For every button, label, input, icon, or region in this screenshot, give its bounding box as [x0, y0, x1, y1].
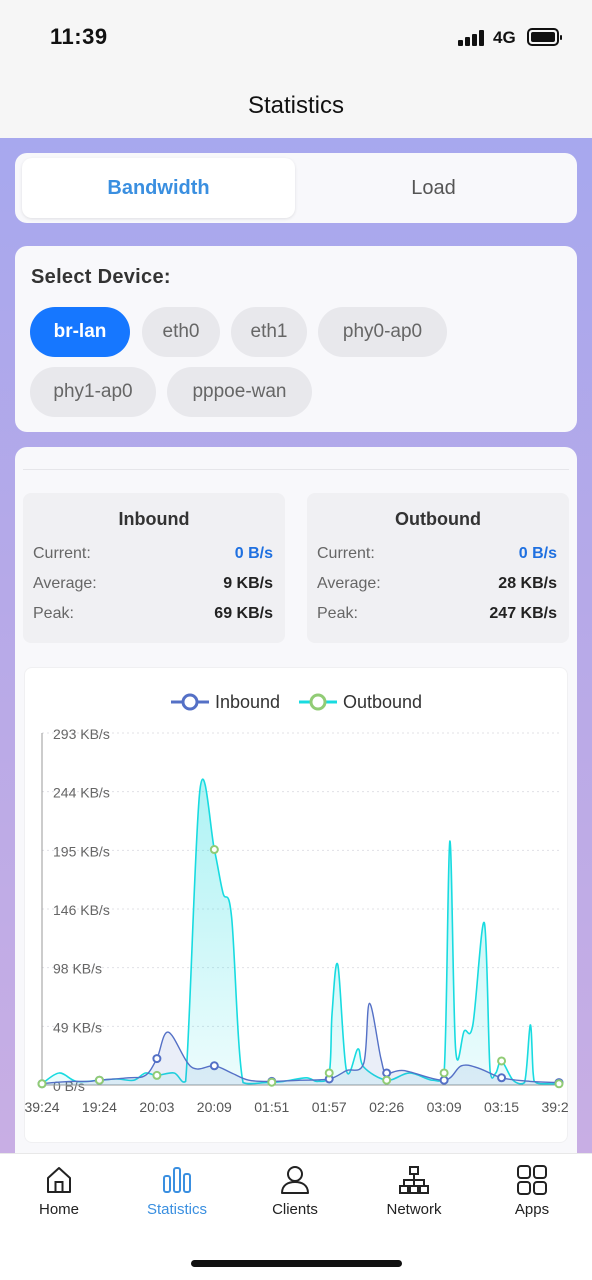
- y-tick-label: 146 KB/s: [53, 902, 110, 918]
- y-tick-label: 49 KB/s: [53, 1019, 102, 1035]
- x-tick-label: 01:57: [312, 1099, 347, 1115]
- legend-marker-inbound: [181, 693, 199, 711]
- battery-icon: [527, 28, 562, 46]
- y-tick-label: 244 KB/s: [53, 785, 110, 801]
- user-icon: [281, 1166, 309, 1194]
- y-tick-label: 293 KB/s: [53, 726, 110, 742]
- inbound-point: [382, 1068, 392, 1078]
- x-tick-label: 03:09: [427, 1099, 462, 1115]
- x-tick-label: 01:51: [254, 1099, 289, 1115]
- outbound-current-row: Current: 0 B/s: [317, 545, 557, 569]
- segment-tabs: Bandwidth Load: [15, 153, 577, 223]
- tab-bandwidth[interactable]: Bandwidth: [22, 158, 295, 218]
- outbound-point: [267, 1077, 277, 1087]
- bandwidth-chart[interactable]: 0 B/s49 KB/s98 KB/s146 KB/s195 KB/s244 K…: [24, 668, 576, 1144]
- x-tick-label: 03:15: [484, 1099, 519, 1115]
- tab-network-label: Network: [386, 1201, 442, 1218]
- inbound-point: [439, 1075, 449, 1085]
- outbound-average-row: Average: 28 KB/s: [317, 575, 557, 599]
- tab-clients[interactable]: Clients: [236, 1164, 354, 1224]
- outbound-current-label: Current:: [317, 545, 375, 562]
- device-chip-br-lan[interactable]: br-lan: [30, 307, 130, 357]
- outbound-stats: Outbound Current: 0 B/s Average: 28 KB/s…: [307, 493, 569, 643]
- inbound-point: [497, 1073, 507, 1083]
- outbound-title: Outbound: [395, 509, 481, 529]
- select-device-title: Select Device:: [31, 266, 171, 288]
- tab-statistics-label: Statistics: [146, 1201, 207, 1218]
- tab-statistics[interactable]: Statistics: [118, 1164, 236, 1224]
- tab-network[interactable]: Network: [355, 1164, 473, 1224]
- inbound-average-value: 9 KB/s: [223, 575, 273, 592]
- home-indicator: [191, 1260, 402, 1267]
- nav-header: Statistics: [0, 70, 592, 138]
- x-tick-label: 20:09: [197, 1099, 232, 1115]
- inbound-current-label: Current:: [33, 545, 91, 562]
- outbound-point: [439, 1068, 449, 1078]
- device-chip-eth0[interactable]: eth0: [142, 307, 220, 357]
- bandwidth-chart-panel: 0 B/s 49 KB/s 98 KB/s 146 KB/s 195 KB/s 244 K…: [24, 667, 577, 1144]
- tab-apps[interactable]: Apps: [473, 1164, 591, 1224]
- outbound-point: [152, 1070, 162, 1080]
- x-tick-label: 39:24: [25, 1099, 60, 1115]
- status-bar: 11:39 4G: [0, 0, 592, 70]
- outbound-point: [209, 845, 219, 855]
- outbound-peak-value: 247 KB/s: [489, 605, 557, 622]
- x-tick-label: 20:03: [139, 1099, 174, 1115]
- network-type: 4G: [493, 28, 516, 47]
- outbound-average-label: Average:: [317, 575, 381, 592]
- device-chip-phy1-ap0[interactable]: phy1-ap0: [30, 367, 156, 417]
- legend-label-outbound: Outbound: [343, 692, 422, 712]
- inbound-peak-label: Peak:: [33, 605, 74, 622]
- outbound-point: [37, 1079, 47, 1089]
- inbound-point: [152, 1054, 162, 1064]
- inbound-current-row: Current: 0 B/s: [33, 545, 273, 569]
- tab-apps-label: Apps: [514, 1201, 550, 1218]
- legend-marker-outbound: [309, 693, 327, 711]
- outbound-point: [554, 1079, 564, 1089]
- inbound-peak-value: 69 KB/s: [214, 605, 273, 622]
- tab-clients-label: Clients: [272, 1201, 318, 1218]
- outbound-point: [94, 1075, 104, 1085]
- divider: [23, 469, 569, 470]
- apps-icon: [517, 1165, 547, 1195]
- home-icon: [47, 1167, 71, 1193]
- outbound-point: [382, 1075, 392, 1085]
- device-chip-phy0-ap0[interactable]: phy0-ap0: [318, 307, 447, 357]
- x-tick-label: 02:26: [369, 1099, 404, 1115]
- network-icon: [399, 1166, 429, 1194]
- outbound-average-value: 28 KB/s: [498, 575, 557, 592]
- outbound-peak-label: Peak:: [317, 605, 358, 622]
- signal-icon: [458, 30, 486, 46]
- outbound-point: [324, 1068, 334, 1078]
- inbound-average-row: Average: 9 KB/s: [33, 575, 273, 599]
- page-title: Statistics: [247, 92, 345, 119]
- inbound-title: Inbound: [118, 509, 190, 529]
- outbound-current-value: 0 B/s: [518, 545, 557, 562]
- y-tick-label: 98 KB/s: [53, 961, 102, 977]
- tab-load[interactable]: Load: [297, 158, 570, 218]
- tab-home[interactable]: Home: [0, 1164, 118, 1224]
- inbound-peak-row: Peak: 69 KB/s: [33, 605, 273, 629]
- status-time: 11:39: [50, 24, 108, 49]
- legend-label-inbound: Inbound: [215, 692, 280, 712]
- x-tick-label: 39:22: [541, 1099, 569, 1115]
- outbound-peak-row: Peak: 247 KB/s: [317, 605, 557, 629]
- x-tick-label: 19:24: [82, 1099, 117, 1115]
- inbound-point: [209, 1061, 219, 1071]
- outbound-point: [497, 1056, 507, 1066]
- tab-home-label: Home: [38, 1201, 79, 1218]
- inbound-current-value: 0 B/s: [234, 545, 273, 562]
- device-chip-eth1[interactable]: eth1: [231, 307, 307, 357]
- device-select-card: Select Device: br-lan eth0 eth1 phy0-ap0…: [15, 246, 577, 432]
- device-chip-pppoe-wan[interactable]: pppoe-wan: [167, 367, 312, 417]
- inbound-stats: Inbound Current: 0 B/s Average: 9 KB/s P…: [23, 493, 285, 643]
- inbound-average-label: Average:: [33, 575, 97, 592]
- statistics-icon: [163, 1167, 191, 1193]
- y-tick-label: 195 KB/s: [53, 843, 110, 859]
